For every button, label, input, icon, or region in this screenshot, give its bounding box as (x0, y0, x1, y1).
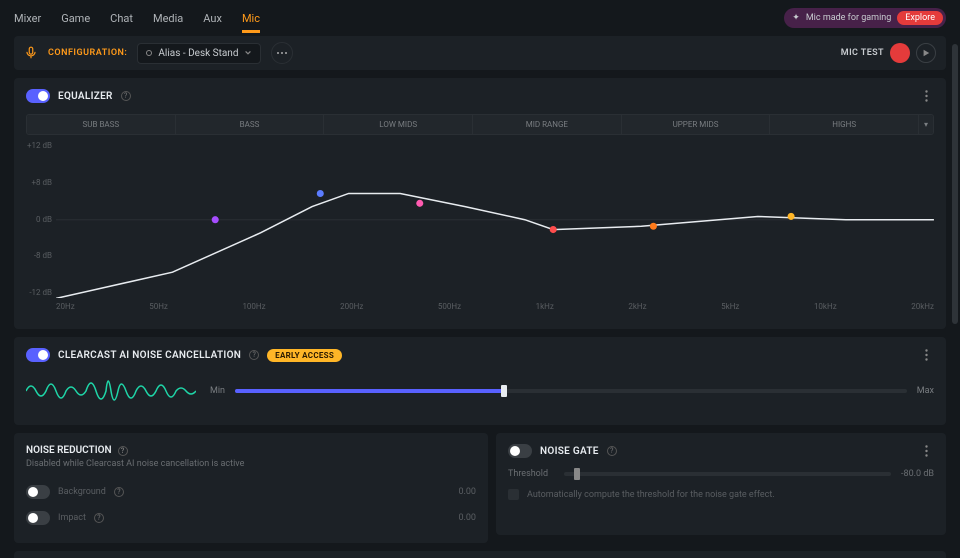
ng-auto-label: Automatically compute the threshold for … (527, 490, 775, 500)
help-icon[interactable]: ? (249, 350, 259, 360)
equalizer-toggle[interactable] (26, 89, 50, 103)
waveform-icon (26, 373, 196, 409)
help-icon[interactable]: ? (114, 487, 124, 497)
noise-gate-panel: NOISE GATE ? Threshold -80.0 dB Automati… (496, 433, 946, 535)
dots-vertical-icon (925, 445, 928, 457)
promo-pill[interactable]: ✦ Mic made for gaming Explore (784, 8, 946, 28)
eq-band-subbass[interactable]: SUB BASS (27, 115, 176, 134)
tab-mic[interactable]: Mic (242, 4, 260, 33)
eq-curve[interactable] (56, 141, 934, 298)
nr-row-value: 0.00 (458, 487, 476, 497)
promo-text: Mic made for gaming (806, 13, 891, 23)
eq-band-header: SUB BASS BASS LOW MIDS MID RANGE UPPER M… (26, 114, 934, 135)
noise-reduction-panel: NOISE REDUCTION ? Disabled while Clearca… (14, 433, 488, 543)
play-icon (922, 49, 930, 57)
compressor-panel: COMPRESSOR ? (14, 551, 946, 558)
nr-background-toggle[interactable] (26, 485, 50, 499)
ng-threshold-value: -80.0 dB (901, 469, 934, 479)
tab-chat[interactable]: Chat (110, 4, 133, 33)
nr-row-label: Impact (58, 513, 86, 523)
equalizer-title: EQUALIZER (58, 91, 113, 102)
help-icon[interactable]: ? (121, 91, 131, 101)
nr-impact-toggle[interactable] (26, 511, 50, 525)
noise-cancel-more-button[interactable] (918, 347, 934, 363)
noise-reduction-title: NOISE REDUCTION (26, 445, 112, 456)
noise-cancellation-panel: CLEARCAST AI NOISE CANCELLATION ? EARLY … (14, 337, 946, 425)
noise-gate-threshold-slider[interactable] (564, 472, 891, 476)
noise-cancel-slider[interactable] (235, 389, 907, 393)
chevron-down-icon (244, 49, 252, 57)
eq-y-axis: +12 dB +8 dB 0 dB -8 dB -12 dB (26, 141, 52, 297)
tab-media[interactable]: Media (153, 4, 183, 33)
nc-max-label: Max (917, 386, 934, 396)
preset-dot-icon (146, 50, 152, 56)
dots-vertical-icon (925, 90, 928, 102)
help-icon[interactable]: ? (607, 446, 617, 456)
noise-reduction-subtitle: Disabled while Clearcast AI noise cancel… (26, 459, 476, 469)
configuration-bar: CONFIGURATION: Alias - Desk Stand MIC TE… (14, 36, 946, 70)
tab-mixer[interactable]: Mixer (14, 4, 41, 33)
eq-band-expand[interactable]: ▾ (919, 115, 933, 134)
eq-point[interactable] (317, 190, 324, 197)
nr-row-label: Background (58, 487, 106, 497)
configuration-select[interactable]: Alias - Desk Stand (137, 43, 261, 64)
noise-gate-title: NOISE GATE (540, 446, 599, 457)
nc-min-label: Min (210, 386, 225, 396)
equalizer-panel: EQUALIZER ? SUB BASS BASS LOW MIDS MID R… (14, 78, 946, 329)
help-icon[interactable]: ? (118, 446, 128, 456)
sparkle-icon: ✦ (792, 13, 800, 23)
mic-icon (24, 46, 38, 60)
page-scrollbar[interactable] (952, 44, 958, 324)
mic-test-label: MIC TEST (841, 48, 884, 58)
help-icon[interactable]: ? (94, 513, 104, 523)
eq-point[interactable] (650, 223, 657, 230)
configuration-value: Alias - Desk Stand (158, 48, 238, 59)
eq-point[interactable] (212, 216, 219, 223)
eq-band-bass[interactable]: BASS (176, 115, 325, 134)
dots-vertical-icon (925, 349, 928, 361)
promo-explore-button[interactable]: Explore (897, 11, 943, 25)
noise-gate-toggle[interactable] (508, 444, 532, 458)
configuration-label: CONFIGURATION: (48, 48, 127, 58)
eq-band-lowmids[interactable]: LOW MIDS (324, 115, 473, 134)
dots-horizontal-icon (276, 47, 288, 59)
eq-band-uppermids[interactable]: UPPER MIDS (622, 115, 771, 134)
mic-test-play-button[interactable] (916, 43, 936, 63)
tab-game[interactable]: Game (61, 4, 90, 33)
eq-band-highs[interactable]: HIGHS (770, 115, 919, 134)
eq-point[interactable] (416, 200, 423, 207)
mic-test-record-button[interactable] (890, 43, 910, 63)
ng-auto-checkbox[interactable] (508, 489, 519, 500)
eq-band-midrange[interactable]: MID RANGE (473, 115, 622, 134)
config-more-button[interactable] (271, 42, 293, 64)
noise-cancel-toggle[interactable] (26, 348, 50, 362)
ng-threshold-label: Threshold (508, 469, 554, 479)
nr-row-value: 0.00 (458, 513, 476, 523)
eq-point[interactable] (550, 226, 557, 233)
tab-aux[interactable]: Aux (203, 4, 222, 33)
equalizer-more-button[interactable] (918, 88, 934, 104)
eq-point[interactable] (788, 213, 795, 220)
noise-gate-more-button[interactable] (918, 443, 934, 459)
noise-cancel-title: CLEARCAST AI NOISE CANCELLATION (58, 350, 241, 361)
early-access-badge: EARLY ACCESS (267, 349, 342, 362)
eq-x-axis: 20Hz50Hz 100Hz200Hz 500Hz1kHz 2kHz5kHz 1… (56, 302, 934, 311)
top-tabs: Mixer Game Chat Media Aux Mic (14, 4, 260, 33)
